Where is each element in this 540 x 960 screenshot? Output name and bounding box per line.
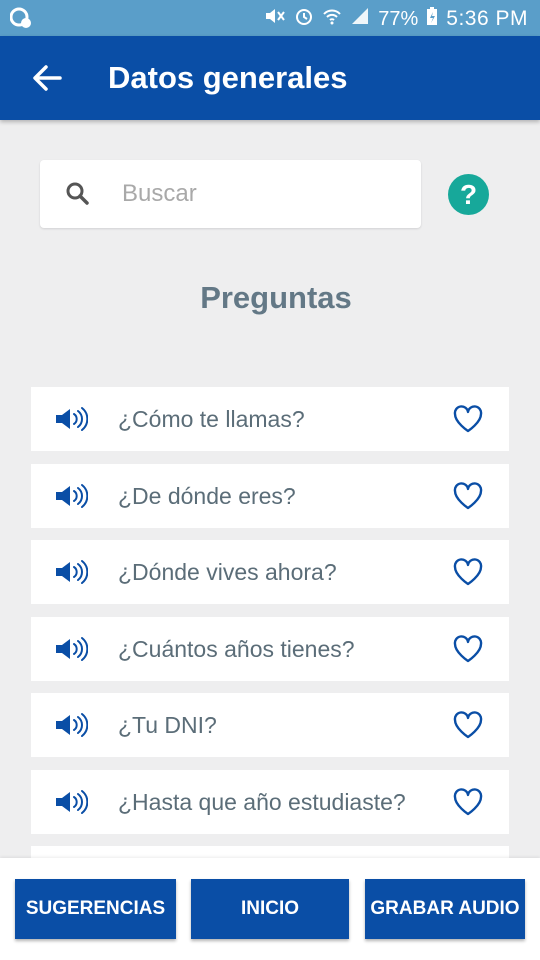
list-item[interactable]: ¿Cuántos años tienes? [31,616,509,681]
speaker-icon[interactable] [54,788,88,816]
suggestions-button[interactable]: SUGERENCIAS [15,879,176,939]
list-item[interactable]: ¿Cómo te llamas? [31,387,509,451]
heart-outline-icon[interactable] [453,634,483,663]
list-item[interactable]: ¿Hasta que año estudiaste? [31,769,509,834]
help-button[interactable]: ? [448,174,489,215]
search-icon [66,182,89,205]
speaker-icon[interactable] [54,558,88,586]
list-item[interactable]: ¿Tu DNI? [31,693,509,757]
heart-outline-icon[interactable] [453,558,483,586]
alarm-icon [294,6,314,32]
heart-outline-icon[interactable] [453,405,483,433]
status-bar: 77% 5:36 PM [0,0,540,36]
record-audio-button[interactable]: GRABAR AUDIO [365,879,525,939]
heart-outline-icon[interactable] [453,711,483,739]
speaker-icon[interactable] [54,405,88,433]
question-label: ¿Cuántos años tienes? [118,635,355,662]
search-input[interactable] [122,174,402,214]
clock: 5:36 PM [446,7,528,30]
bottom-bar: SUGERENCIAS INICIO GRABAR AUDIO [0,858,540,960]
home-button[interactable]: INICIO [191,879,349,939]
wifi-icon [322,6,342,32]
mute-icon [264,6,286,32]
question-label: ¿De dónde eres? [118,482,296,509]
heart-outline-icon[interactable] [453,787,483,816]
question-label: ¿Dónde vives ahora? [118,559,337,585]
question-label: ¿Hasta que año estudiaste? [118,788,406,815]
notification-icon [9,7,32,34]
list-item[interactable]: ¿De dónde eres? [31,463,509,528]
speaker-icon[interactable] [54,635,88,663]
arrow-left-icon [33,65,62,91]
question-label: ¿Cómo te llamas? [118,406,305,432]
status-icons: 77% 5:36 PM [264,6,528,32]
heart-outline-icon[interactable] [453,481,483,510]
questions-list: ¿Cómo te llamas? ¿De dónde eres? ¿Dónde … [31,387,509,871]
signal-icon [350,6,370,32]
speaker-icon[interactable] [54,482,88,510]
search-box[interactable] [40,160,421,228]
back-button[interactable] [30,62,64,94]
list-item-partial[interactable] [31,846,509,858]
battery-percent: 77% [378,7,419,30]
question-label: ¿Tu DNI? [118,712,217,738]
page-title: Datos generales [108,60,348,95]
speaker-icon[interactable] [54,711,88,739]
list-item[interactable]: ¿Dónde vives ahora? [31,540,509,604]
app-bar: Datos generales [0,36,540,120]
battery-icon [426,6,438,32]
section-title: Preguntas [200,280,352,315]
